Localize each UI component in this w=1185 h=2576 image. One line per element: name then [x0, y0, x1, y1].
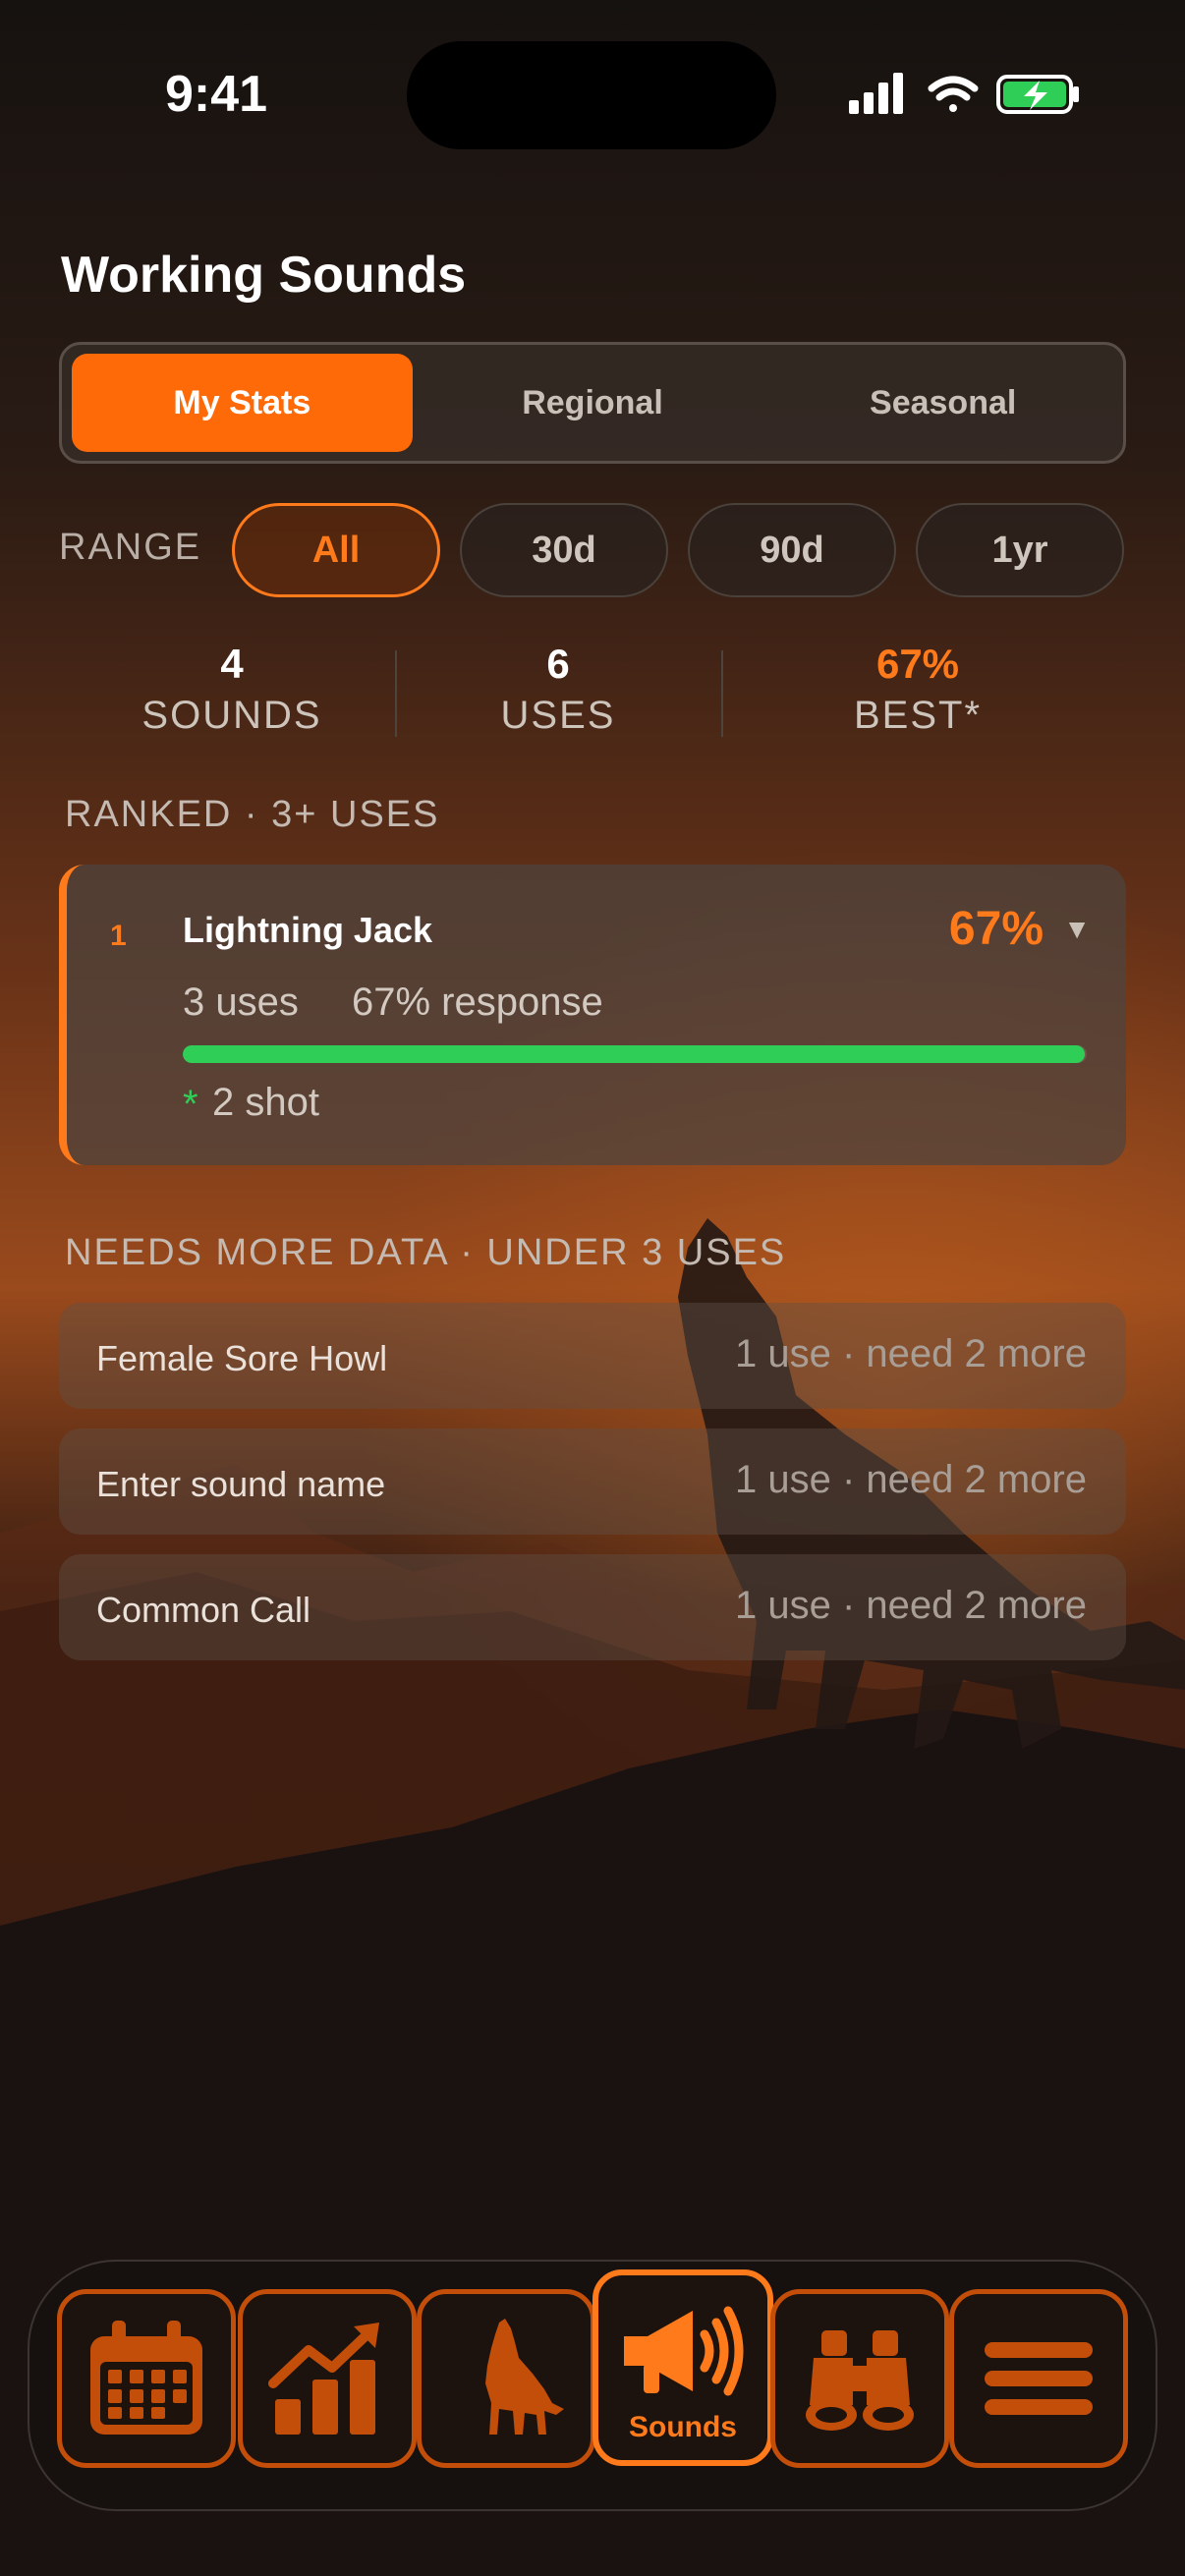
- wolf-icon: [485, 2319, 564, 2435]
- status-icons: [847, 71, 1083, 123]
- nav-sounds[interactable]: Sounds: [592, 2269, 773, 2466]
- menu-icon: [985, 2342, 1093, 2415]
- nav-binoculars[interactable]: [770, 2289, 949, 2468]
- stats-tab-switcher: My Stats Regional Seasonal: [59, 342, 1126, 464]
- stat-divider: [395, 650, 397, 737]
- sound-percent: 67%: [948, 903, 1044, 955]
- range-chip-1yr[interactable]: 1yr: [916, 503, 1124, 597]
- chart-trend-icon: [268, 2323, 379, 2435]
- response-progress-fill: [183, 1045, 1086, 1063]
- sound-status: 1 use · need 2 more: [735, 1332, 1087, 1375]
- stat-uses-value: 6: [546, 641, 570, 687]
- sound-name: Enter sound name: [96, 1464, 386, 1504]
- binoculars-icon: [806, 2330, 914, 2431]
- tab-my-stats[interactable]: My Stats: [72, 354, 413, 452]
- nav-stats[interactable]: [238, 2289, 417, 2468]
- needs-data-section-header: NEEDS MORE DATA · UNDER 3 USES: [65, 1232, 787, 1273]
- stat-uses-label: USES: [500, 694, 616, 737]
- response-progress-bar: [183, 1045, 1087, 1063]
- expand-triangle-icon[interactable]: ▼: [1063, 914, 1091, 945]
- wifi-icon: [928, 76, 979, 112]
- stat-divider: [721, 650, 723, 737]
- stat-best-value: 67%: [875, 641, 960, 687]
- sound-name: Common Call: [96, 1590, 311, 1630]
- range-label: RANGE: [59, 527, 202, 568]
- rank-number: 1: [110, 920, 127, 952]
- shot-count: 2 shot: [212, 1081, 319, 1124]
- megaphone-icon: [624, 2306, 744, 2396]
- list-item[interactable]: Common Call 1 use · need 2 more: [59, 1554, 1126, 1660]
- tab-seasonal[interactable]: Seasonal: [772, 354, 1113, 452]
- battery-charging-icon: [996, 75, 1079, 114]
- nav-menu[interactable]: [949, 2289, 1128, 2468]
- stat-sounds-label: SOUNDS: [141, 694, 322, 737]
- nav-sounds-label: Sounds: [629, 2411, 737, 2443]
- sound-name: Lightning Jack: [183, 910, 433, 950]
- range-chip-30d[interactable]: 30d: [460, 503, 668, 597]
- nav-calendar[interactable]: [57, 2289, 236, 2468]
- range-chip-all[interactable]: All: [232, 503, 440, 597]
- ranked-section-header: RANKED · 3+ USES: [65, 794, 440, 835]
- stat-best-label: BEST*: [853, 694, 983, 737]
- status-time: 9:41: [165, 66, 268, 123]
- shot-marker: *: [183, 1083, 198, 1126]
- page-title: Working Sounds: [61, 247, 467, 304]
- sound-response: 67% response: [352, 980, 603, 1024]
- stat-sounds-value: 4: [220, 641, 244, 687]
- sound-status: 1 use · need 2 more: [735, 1584, 1087, 1627]
- range-chip-90d[interactable]: 90d: [688, 503, 896, 597]
- sound-name: Female Sore Howl: [96, 1338, 388, 1378]
- list-item[interactable]: Enter sound name 1 use · need 2 more: [59, 1428, 1126, 1535]
- sound-uses: 3 uses: [183, 980, 299, 1024]
- calendar-icon: [90, 2321, 202, 2435]
- stat-sounds: 4 SOUNDS: [114, 641, 350, 738]
- cellular-signal-icon: [849, 73, 903, 114]
- sound-status: 1 use · need 2 more: [735, 1458, 1087, 1501]
- dynamic-island: [407, 41, 776, 149]
- ranked-sound-card[interactable]: 1 Lightning Jack 67% ▼ 3 uses 67% respon…: [59, 865, 1126, 1165]
- stat-uses: 6 USES: [440, 641, 676, 738]
- tab-regional[interactable]: Regional: [423, 354, 763, 452]
- list-item[interactable]: Female Sore Howl 1 use · need 2 more: [59, 1303, 1126, 1409]
- stat-best: 67% BEST*: [800, 641, 1036, 738]
- nav-wolf[interactable]: [417, 2289, 595, 2468]
